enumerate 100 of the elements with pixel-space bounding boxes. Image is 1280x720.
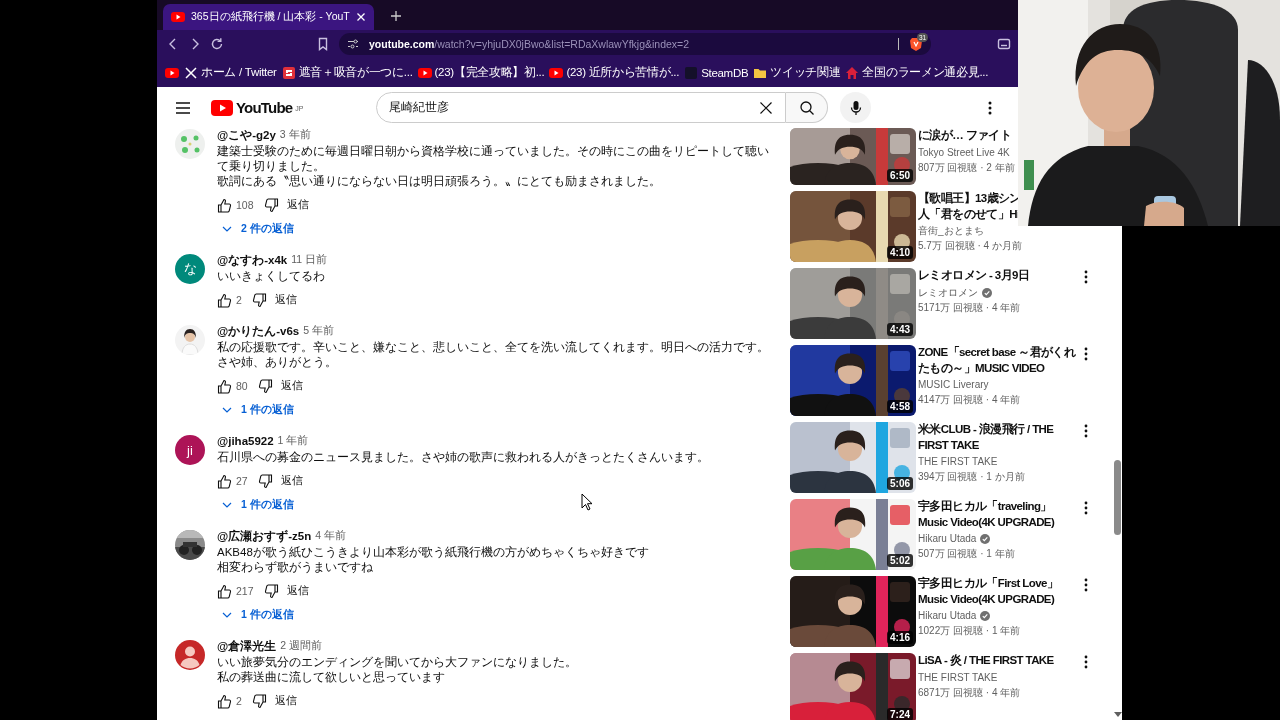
channel-name[interactable]: THE FIRST TAKE (918, 455, 998, 469)
bookmark[interactable]: ホーム / Twitter (184, 65, 277, 80)
tune-icon (347, 38, 359, 50)
more-icon[interactable] (1084, 501, 1088, 515)
thumbs-up-icon[interactable] (217, 473, 232, 489)
video-title[interactable]: ZONE「secret base ～君がくれたもの～」MUSIC VIDEO (918, 345, 1080, 376)
reply-button[interactable]: 返信 (278, 581, 317, 601)
channel-name[interactable]: Hikaru Utada (918, 609, 977, 623)
close-icon[interactable] (355, 12, 366, 22)
comment-text: 相変わらず歌がうまいですね (217, 560, 374, 575)
x-icon (184, 65, 198, 80)
search-button[interactable] (786, 92, 828, 123)
like-count: 108 (236, 199, 254, 211)
new-tab-icon[interactable] (389, 10, 402, 22)
channel-name[interactable]: MUSIC Liverary (918, 378, 989, 392)
comment-author[interactable]: @広瀬おすず-z5n (217, 528, 312, 544)
like-count: 217 (236, 585, 254, 597)
bookmark[interactable]: (23) 近所から苦情が... (549, 65, 680, 80)
like-count: 27 (236, 475, 248, 487)
comment-text: AKB48が歌う紙ひこうきより山本彩が歌う紙飛行機の方がめちゃくちゃ好きです (217, 545, 650, 560)
video-meta: 5.7万 回視聴 · 4 か月前 (918, 239, 1023, 253)
window-icon[interactable] (997, 37, 1011, 51)
channel-name[interactable]: 音街_おとまち (918, 224, 984, 238)
comment-time[interactable]: 1 年前 (277, 434, 309, 448)
comment-time[interactable]: 11 日前 (291, 253, 328, 267)
voice-search-button[interactable] (840, 92, 871, 123)
bookmark[interactable]: 遮音＋吸音が一つに... (281, 65, 413, 80)
video-title[interactable]: 宇多田ヒカル「traveling」Music Video(4K UPGRADE) (918, 499, 1080, 530)
thumbs-down-icon[interactable] (263, 197, 279, 213)
thumbs-down-icon[interactable] (251, 292, 267, 308)
comment-author[interactable]: @倉澤光生 (217, 638, 277, 654)
thumbs-up-icon[interactable] (217, 292, 232, 308)
comment-time[interactable]: 2 週間前 (280, 639, 322, 653)
clear-icon[interactable] (759, 100, 773, 115)
duration-badge: 6:50 (887, 169, 913, 182)
site-icon (281, 65, 296, 80)
thumbs-up-icon[interactable] (217, 583, 232, 599)
video-meta: 807万 回視聴 · 2 年前 (918, 160, 1016, 175)
replies-toggle[interactable]: 1 件の返信 (217, 399, 298, 421)
youtube-icon[interactable] (165, 65, 179, 80)
duration-badge: 4:10 (887, 246, 913, 259)
thumbs-up-icon[interactable] (217, 197, 232, 213)
thumbs-down-icon[interactable] (257, 473, 273, 489)
channel-name[interactable]: Hikaru Utada (918, 532, 977, 546)
reload-icon[interactable] (210, 37, 224, 51)
browser-tab[interactable]: 365日の紙飛行機 / 山本彩 - YouT (163, 4, 374, 30)
more-icon[interactable] (1084, 655, 1088, 669)
thumbs-down-icon[interactable] (263, 583, 279, 599)
video-title[interactable]: レミオロメン - 3月9日 (918, 268, 1030, 284)
video-meta: 6871万 回視聴 · 4 年前 (918, 685, 1022, 700)
channel-name[interactable]: レミオロメン (918, 285, 978, 300)
channel-name[interactable]: THE FIRST TAKE (918, 670, 998, 685)
comment-time[interactable]: 4 年前 (315, 529, 346, 543)
reply-button[interactable]: 返信 (272, 471, 311, 491)
bookmark[interactable]: SteamDB (684, 65, 749, 80)
replies-toggle[interactable]: 2 件の返信 (217, 218, 298, 240)
reply-button[interactable]: 返信 (272, 376, 311, 396)
replies-toggle[interactable]: 1 件の返信 (217, 494, 298, 516)
avatar: な (175, 254, 205, 284)
more-icon[interactable] (1084, 270, 1088, 284)
more-icon[interactable] (988, 99, 992, 116)
video-title[interactable]: 宇多田ヒカル「First Love」Music Video(4K UPGRADE) (918, 576, 1080, 607)
thumbs-up-icon[interactable] (217, 378, 232, 394)
more-icon[interactable] (1084, 578, 1088, 592)
video-meta: 507万 回視聴 · 1 年前 (918, 547, 1016, 561)
comment-author[interactable]: @jiha5922 (217, 435, 274, 447)
more-icon[interactable] (1084, 347, 1088, 361)
more-icon[interactable] (1084, 424, 1088, 438)
thumbs-down-icon[interactable] (251, 693, 267, 709)
reply-button[interactable]: 返信 (266, 290, 305, 310)
comment-author[interactable]: @かりたん-v6s (217, 323, 300, 339)
menu-icon[interactable] (175, 100, 191, 115)
channel-name[interactable]: Tokyo Street Live 4K (918, 145, 1010, 160)
comment-time[interactable]: 5 年前 (303, 324, 334, 338)
scroll-down-icon[interactable] (1113, 712, 1122, 718)
video-title[interactable]: に涙が… ファイト (918, 128, 1012, 144)
comment-text: 石川県への募金のニュース見ました。さや姉の歌声に救われる人がきっとたくさんいます。 (217, 450, 710, 465)
comment-text: 私の応援歌です。辛いこと、嫌なこと、悲しいこと、全てを洗い流してくれます。明日への活力です。さや姉、ありがとう。 (217, 340, 770, 370)
bookmark[interactable]: 全国のラーメン通必見... (845, 65, 989, 80)
scrollbar-thumb[interactable] (1114, 460, 1121, 535)
bookmark-icon[interactable] (316, 37, 330, 51)
site-icon (684, 65, 699, 80)
search-icon (798, 99, 815, 116)
comment-author[interactable]: @こや-g2y (217, 128, 276, 143)
comment-text: 私の葬送曲に流して欲しいと思っています (217, 670, 446, 685)
thumbs-up-icon[interactable] (217, 693, 232, 709)
reply-button[interactable]: 返信 (278, 195, 317, 215)
duration-badge: 5:06 (887, 477, 913, 490)
replies-toggle[interactable]: 1 件の返信 (217, 604, 298, 626)
video-title[interactable]: 米米CLUB - 浪漫飛行 / THE FIRST TAKE (918, 422, 1080, 453)
like-count: 2 (236, 695, 242, 707)
bookmark[interactable]: ツイッチ関連 (753, 65, 841, 80)
comment-author[interactable]: @なすわ-x4k (217, 252, 288, 268)
reply-button[interactable]: 返信 (266, 691, 305, 711)
thumbs-down-icon[interactable] (257, 378, 273, 394)
url-text: youtube.com/watch?v=yhjuDX0jBwo&list=RDaXwlawYfkjg&index=2 (369, 38, 691, 50)
comment-time[interactable]: 3 年前 (279, 128, 311, 142)
bookmark[interactable]: (23)【完全攻略】初... (417, 65, 545, 80)
video-title[interactable]: LiSA - 炎 / THE FIRST TAKE (918, 653, 1054, 669)
duration-badge: 4:43 (887, 323, 913, 336)
